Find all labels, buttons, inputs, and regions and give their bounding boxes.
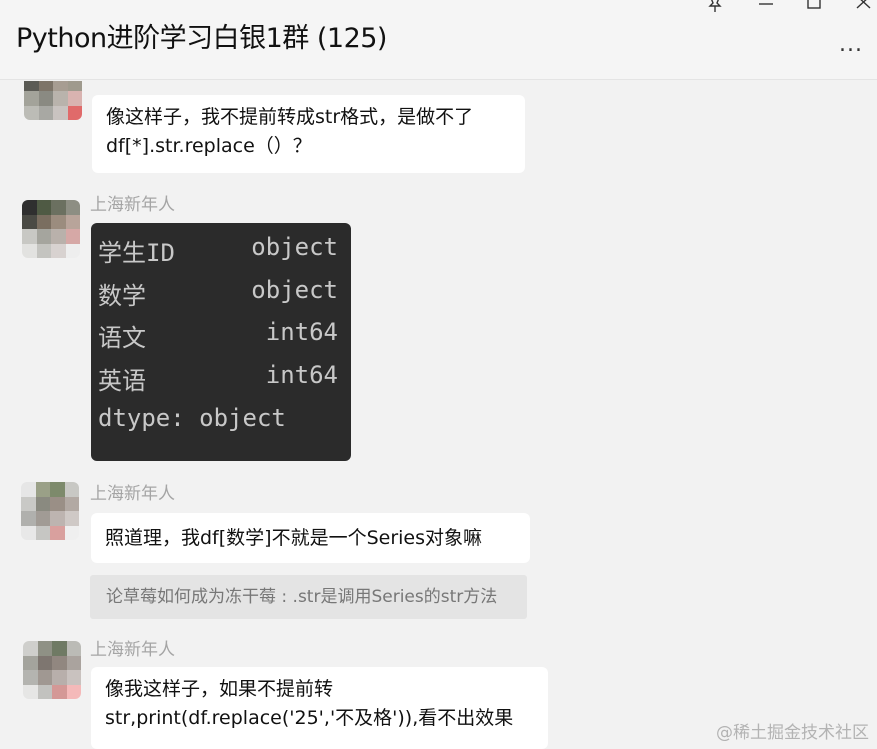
column-dtype: int64 bbox=[265, 361, 338, 389]
more-icon[interactable]: ... bbox=[839, 34, 863, 56]
message-line: 像我这样子，如果不提前转 bbox=[105, 678, 334, 700]
watermark: @稀土掘金技术社区 bbox=[716, 723, 869, 743]
message-line: 照道理，我df[数学]不就是一个Series对象嘛 bbox=[105, 527, 483, 549]
code-screenshot-image[interactable]: 学生ID object 数学 object 语文 int64 英语 int64 … bbox=[91, 223, 351, 461]
dtype-footer: dtype: object bbox=[98, 404, 338, 434]
sender-name: 上海新年人 bbox=[90, 640, 175, 660]
column-dtype: int64 bbox=[265, 318, 338, 346]
column-name: 数学 bbox=[98, 282, 146, 310]
avatar[interactable] bbox=[22, 200, 80, 258]
sender-name: 上海新年人 bbox=[90, 484, 175, 504]
dtype-row: 学生ID object bbox=[98, 233, 338, 267]
message-list[interactable]: 像这样子，我不提前转成str格式，是做不了 df[*].str.replace（… bbox=[0, 81, 877, 749]
chat-header: Python进阶学习白银1群 (125) ... bbox=[0, 0, 877, 80]
message-bubble[interactable]: 照道理，我df[数学]不就是一个Series对象嘛 bbox=[91, 513, 530, 563]
avatar[interactable] bbox=[23, 641, 81, 699]
dtype-summary: dtype: object bbox=[98, 404, 286, 432]
message-bubble[interactable]: 像我这样子，如果不提前转 str,print(df.replace('25','… bbox=[91, 667, 548, 749]
message-line: str,print(df.replace('25','不及格')),看不出效果 bbox=[105, 707, 514, 729]
avatar[interactable] bbox=[21, 482, 79, 540]
sender-name: 上海新年人 bbox=[90, 195, 175, 215]
message-line: df[*].str.replace（）？ bbox=[106, 135, 312, 157]
avatar[interactable] bbox=[24, 81, 82, 120]
dtype-row: 英语 int64 bbox=[98, 361, 338, 395]
column-name: 英语 bbox=[98, 367, 146, 395]
chat-title: Python进阶学习白银1群 (125) bbox=[16, 23, 387, 54]
message-line: 像这样子，我不提前转成str格式，是做不了 bbox=[106, 106, 474, 128]
column-dtype: object bbox=[251, 276, 338, 304]
pin-icon[interactable] bbox=[702, 0, 728, 18]
maximize-icon[interactable] bbox=[801, 0, 827, 18]
column-name: 学生ID bbox=[98, 239, 175, 267]
dtype-row: 语文 int64 bbox=[98, 318, 338, 352]
quoted-reply[interactable]: 论草莓如何成为冻干莓 : .str是调用Series的str方法 bbox=[90, 575, 527, 619]
dtype-row: 数学 object bbox=[98, 276, 338, 310]
message-bubble[interactable]: 像这样子，我不提前转成str格式，是做不了 df[*].str.replace（… bbox=[92, 95, 525, 173]
close-icon[interactable] bbox=[851, 0, 877, 18]
column-name: 语文 bbox=[98, 324, 146, 352]
minimize-icon[interactable] bbox=[753, 0, 779, 18]
column-dtype: object bbox=[251, 233, 338, 261]
